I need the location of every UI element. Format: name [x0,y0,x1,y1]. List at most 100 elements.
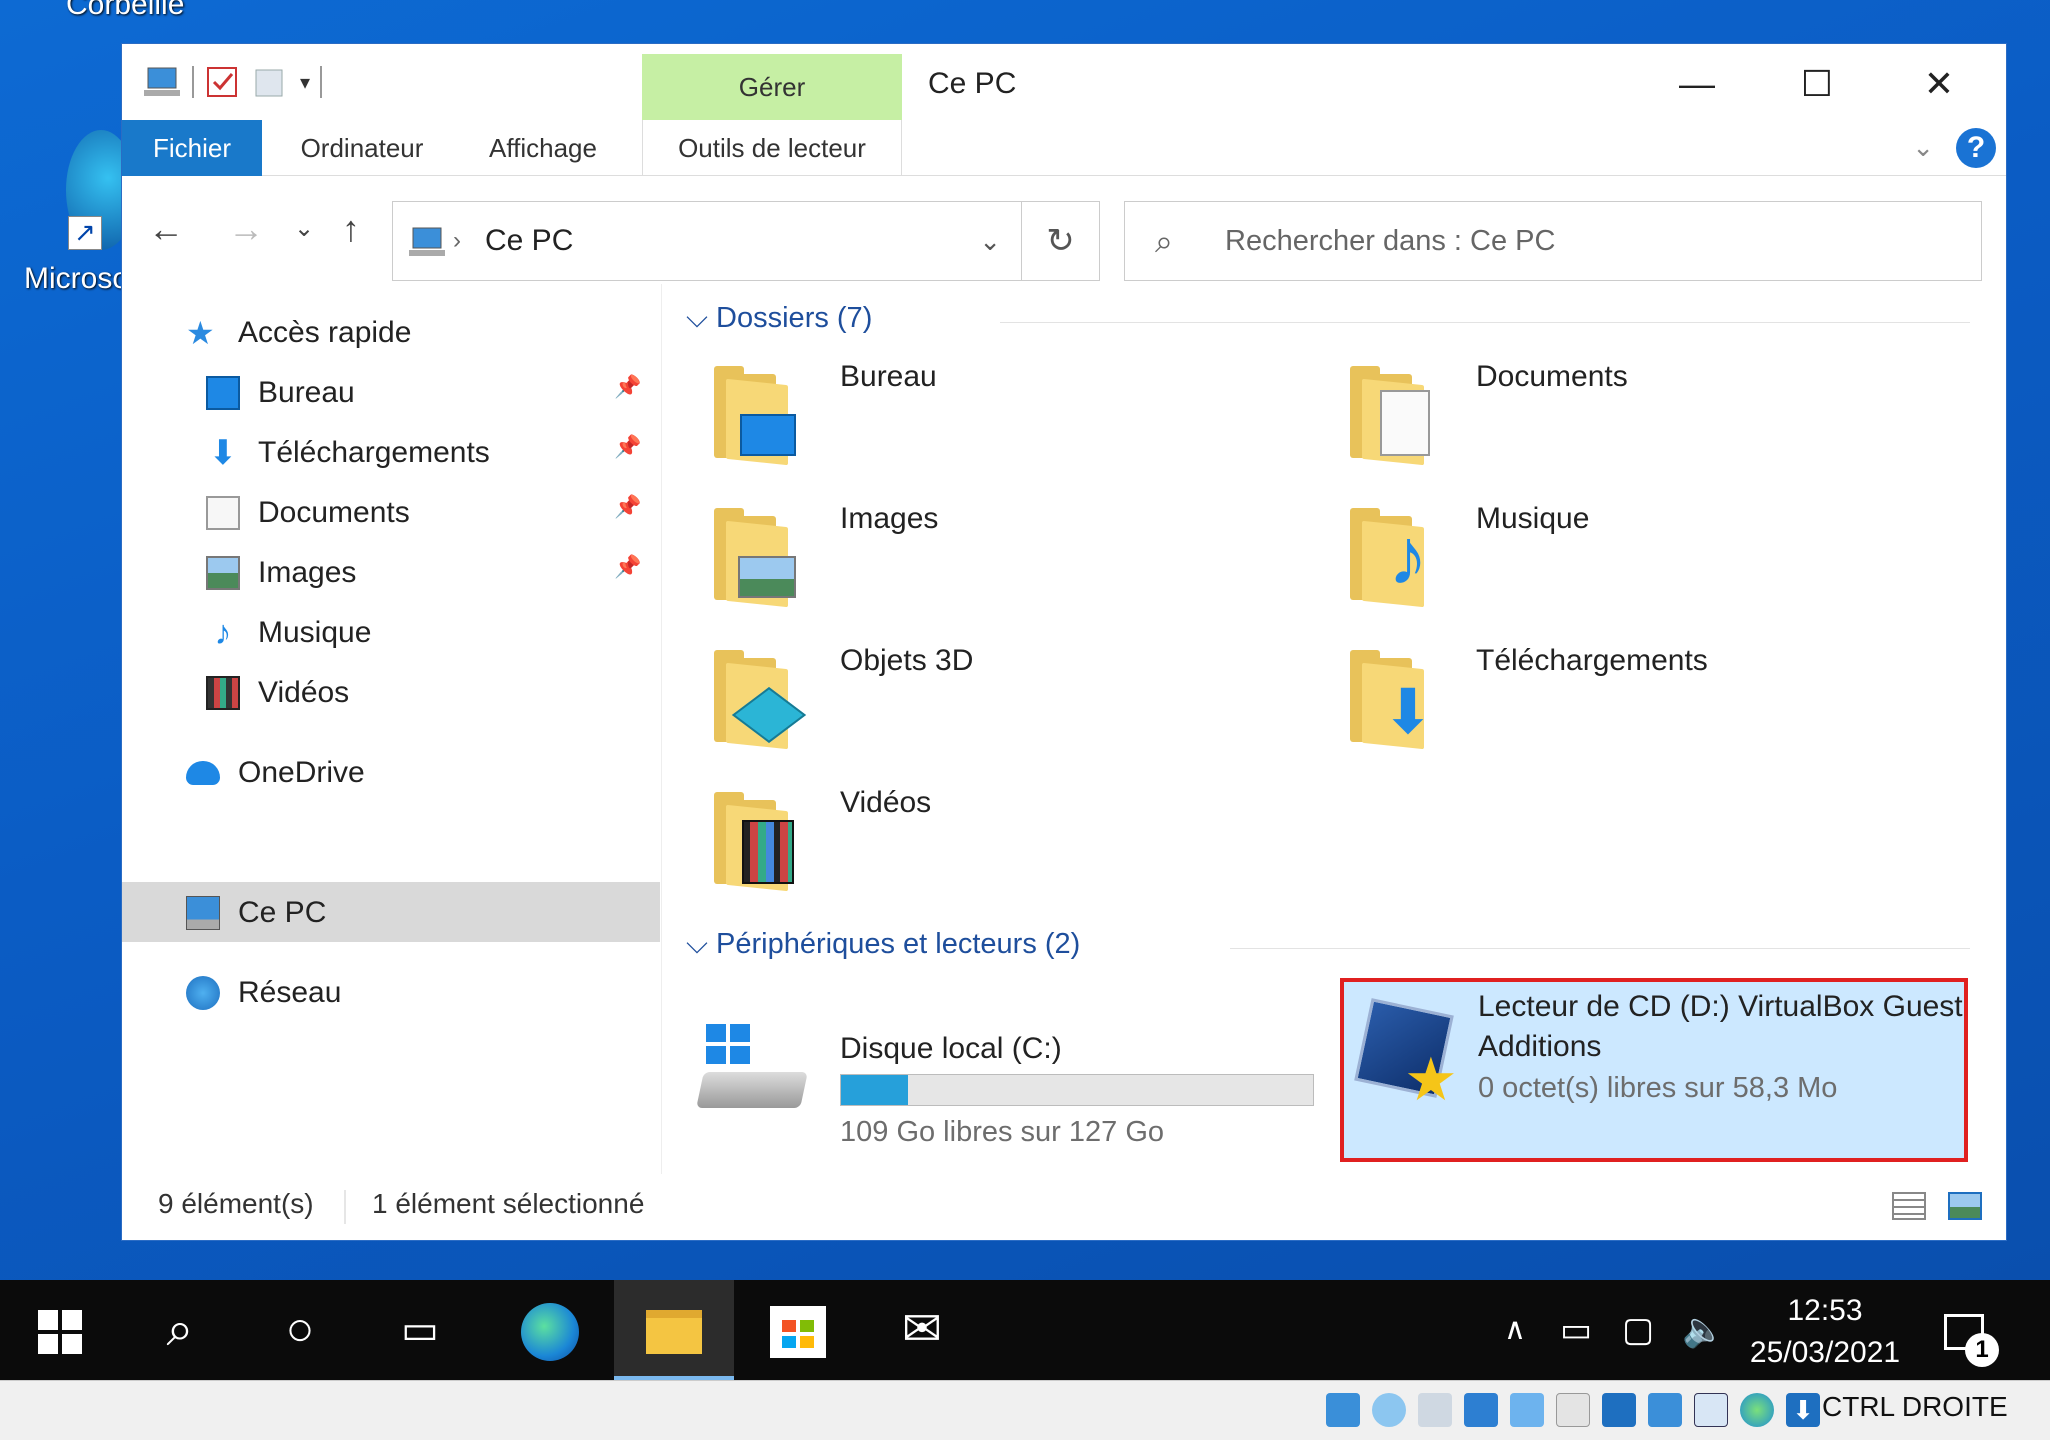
recycle-bin-label[interactable]: Corbeille [66,0,184,22]
folder-videos-icon[interactable] [710,790,800,892]
folder-objets-3d-icon[interactable] [710,648,807,750]
edge-taskbar-icon[interactable] [490,1280,610,1380]
item-count: 9 élément(s) [158,1188,314,1219]
folder-images-icon[interactable] [710,506,800,608]
new-folder-icon[interactable] [250,64,290,100]
battery-icon[interactable]: ▭ [1560,1280,1592,1380]
clock-time: 12:53 [1787,1294,1863,1327]
nav-network[interactable]: Réseau [186,964,341,1022]
pin-icon[interactable]: 📌 [614,434,641,460]
folder-videos[interactable]: Vidéos [840,786,931,820]
folder-objets-3d[interactable]: Objets 3D [840,644,973,678]
group-folders-header[interactable]: ⌵ Dossiers (7) [686,302,872,335]
tab-outils-de-lecteur[interactable]: Outils de lecteur [642,120,902,176]
close-button[interactable]: ✕ [1894,58,1984,110]
network-tray-icon[interactable]: ▢ [1622,1280,1654,1380]
shared-folders-status-icon[interactable] [1556,1393,1590,1427]
tab-affichage[interactable]: Affichage [468,120,618,176]
details-view-icon[interactable] [1892,1192,1926,1220]
window-title: Ce PC [928,67,1017,100]
nav-item-bureau[interactable]: Bureau [206,364,355,422]
folder-documents[interactable]: Documents [1476,360,1628,394]
nav-item-label: Téléchargements [258,436,490,469]
address-text[interactable]: Ce PC [485,202,573,280]
hard-drive-icon[interactable] [696,1024,810,1114]
task-view-icon[interactable]: ▭ [360,1280,480,1380]
nav-item-musique[interactable]: ♪ Musique [206,604,372,662]
cortana-icon[interactable]: ○ [240,1280,360,1380]
folder-telechargements[interactable]: Téléchargements [1476,644,1708,678]
group-devices-label: Périphériques et lecteurs (2) [716,928,1081,960]
guest-additions-status-icon[interactable] [1740,1393,1774,1427]
expand-ribbon-icon[interactable]: ⌄ [1912,132,1934,163]
search-placeholder: Rechercher dans : Ce PC [1225,225,1556,257]
nav-item-documents[interactable]: Documents [206,484,410,542]
mail-taskbar-icon[interactable]: ✉ [862,1280,982,1380]
folder-musique[interactable]: Musique [1476,502,1589,536]
nav-item-label: Vidéos [258,676,350,709]
keyboard-capture-icon[interactable]: ⬇ [1786,1393,1820,1427]
network-status-icon[interactable] [1464,1393,1498,1427]
notification-center-icon[interactable]: 1 [1944,1280,1999,1380]
breadcrumb-chevron-icon[interactable]: › [453,202,461,280]
search-input[interactable]: ⌕ Rechercher dans : Ce PC [1124,201,1982,281]
tab-fichier[interactable]: Fichier [122,120,262,176]
nav-item-label: Musique [258,616,372,649]
folder-documents-icon[interactable] [1346,364,1436,466]
clock[interactable]: 12:53 25/03/2021 [1730,1290,1920,1374]
folder-telechargements-icon[interactable]: ⬇ [1346,648,1436,750]
store-taskbar-icon[interactable] [738,1280,858,1380]
pin-icon[interactable]: 📌 [614,374,641,400]
nav-quick-access[interactable]: ★ Accès rapide [186,304,411,362]
up-arrow-icon[interactable]: ↑ [342,201,360,257]
drive-d-virtualbox-item[interactable]: ★ Lecteur de CD (D:) VirtualBox Guest Ad… [1340,978,1968,1162]
properties-icon[interactable] [204,64,240,100]
back-arrow-icon[interactable]: ← [148,201,184,257]
start-button[interactable] [0,1280,120,1380]
edge-desktop-label[interactable]: Microso [24,262,129,296]
nav-item-videos[interactable]: Vidéos [206,664,349,722]
search-taskbar-icon[interactable]: ⌕ [120,1280,240,1380]
nav-item-label: Images [258,556,357,589]
pin-icon[interactable]: 📌 [614,494,641,520]
maximize-button[interactable]: ☐ [1772,58,1862,110]
file-explorer-taskbar-icon[interactable] [614,1280,734,1380]
recent-locations-icon[interactable]: ⌄ [294,201,314,257]
drive-c-name[interactable]: Disque local (C:) [840,1032,1062,1066]
pin-icon[interactable]: 📌 [614,554,641,580]
folder-bureau-icon[interactable] [710,364,800,466]
nav-onedrive[interactable]: OneDrive [186,744,365,802]
folder-images[interactable]: Images [840,502,938,536]
capture-status-icon[interactable] [1648,1393,1682,1427]
star-icon: ★ [186,315,215,351]
minimize-button[interactable]: — [1652,58,1742,110]
this-pc-icon [409,227,445,256]
vt-x-status-icon[interactable] [1694,1393,1728,1427]
download-arrow-icon: ⬇ [208,434,238,472]
audio-status-icon[interactable] [1418,1393,1452,1427]
tab-ordinateur[interactable]: Ordinateur [282,120,442,176]
refresh-button[interactable]: ↻ [1022,201,1100,281]
show-hidden-icons[interactable]: ∧ [1504,1280,1526,1380]
group-devices-header[interactable]: ⌵ Périphériques et lecteurs (2) [686,928,1080,961]
folder-musique-icon[interactable]: ♪ [1346,506,1436,608]
optical-drive-status-icon[interactable] [1372,1393,1406,1427]
usb-status-icon[interactable] [1510,1393,1544,1427]
address-dropdown-icon[interactable]: ⌄ [979,202,1001,280]
large-icons-view-icon[interactable] [1948,1192,1982,1220]
help-icon[interactable]: ? [1956,128,1996,168]
address-bar[interactable]: › Ce PC ⌄ [392,201,1022,281]
display-status-icon[interactable] [1602,1393,1636,1427]
nav-item-telechargements[interactable]: ⬇ Téléchargements [206,424,490,482]
nav-this-pc[interactable]: Ce PC [186,884,326,942]
folder-bureau[interactable]: Bureau [840,360,937,394]
volume-icon[interactable]: 🔈 [1682,1280,1724,1380]
customize-dropdown-icon[interactable]: ▾ [300,70,310,95]
hard-disk-status-icon[interactable] [1326,1393,1360,1427]
forward-arrow-icon[interactable]: → [228,201,264,257]
nav-item-images[interactable]: Images [206,544,356,602]
status-bar: 9 élément(s) 1 élément sélectionné [122,1174,2006,1240]
this-pc-icon[interactable] [142,64,182,100]
virtualbox-cube-icon: ★ [1354,992,1458,1110]
drive-c-usage-fill [841,1075,909,1105]
